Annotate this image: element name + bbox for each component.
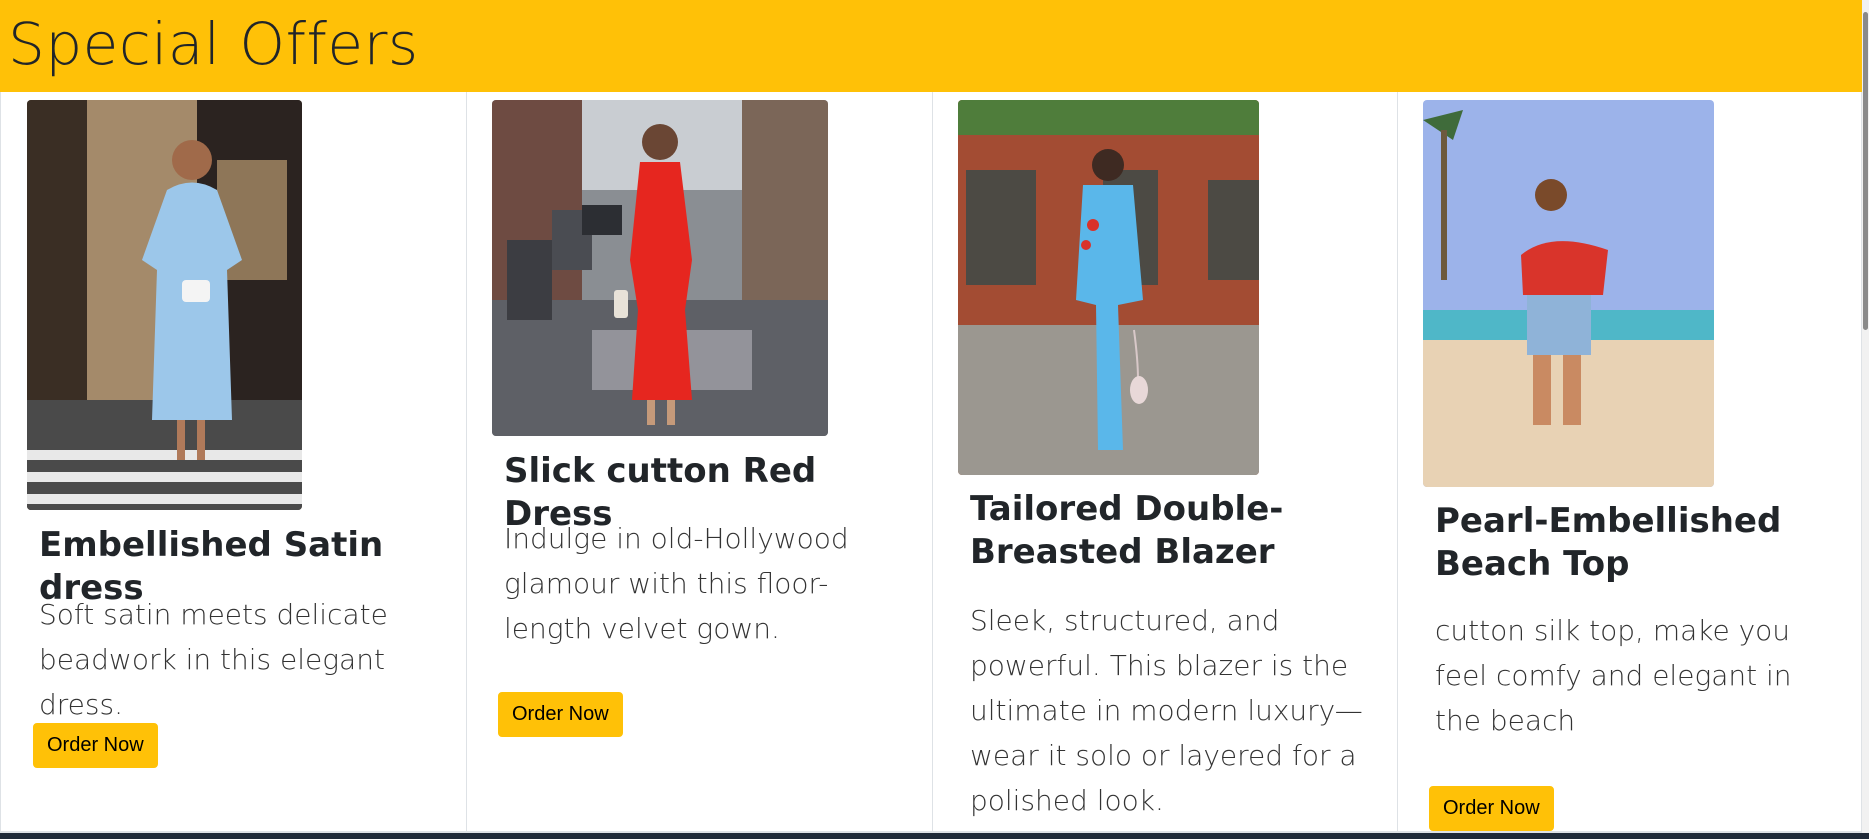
product-card: Embellished Satin dress Soft satin meets… — [0, 92, 467, 834]
product-card: Pearl-Embellished Beach Top cutton silk … — [1397, 92, 1862, 834]
page: Special Offers Embellished Satin dress S… — [0, 0, 1869, 839]
product-image — [958, 100, 1259, 475]
offers-header: Special Offers — [0, 0, 1862, 92]
scrollbar-thumb[interactable] — [1863, 12, 1868, 330]
order-now-button[interactable]: Order Now — [498, 692, 623, 737]
taskbar-edge — [0, 833, 1869, 839]
order-now-button[interactable]: Order Now — [33, 723, 158, 768]
product-image — [1423, 100, 1714, 487]
product-description: Sleek, structured, and powerful. This bl… — [970, 604, 1363, 817]
product-image — [492, 100, 828, 436]
product-card: Slick cutton Red Dress Indulge in old-Ho… — [466, 92, 933, 834]
product-card: Tailored Double-Breasted Blazer Sleek, s… — [932, 92, 1399, 834]
product-image — [27, 100, 302, 510]
product-description: Soft satin meets delicate beadwork in th… — [39, 598, 388, 721]
product-title: Tailored Double-Breasted Blazer — [970, 489, 1284, 572]
order-now-button[interactable]: Order Now — [1429, 786, 1554, 831]
page-title: Special Offers — [8, 10, 419, 78]
vertical-scrollbar[interactable] — [1862, 0, 1869, 833]
product-card-list: Embellished Satin dress Soft satin meets… — [0, 92, 1862, 834]
product-description: cutton silk top, make you feel comfy and… — [1435, 614, 1792, 737]
product-title: Pearl-Embellished Beach Top — [1435, 501, 1782, 584]
product-description: Indulge in old-Hollywood glamour with th… — [504, 522, 849, 645]
